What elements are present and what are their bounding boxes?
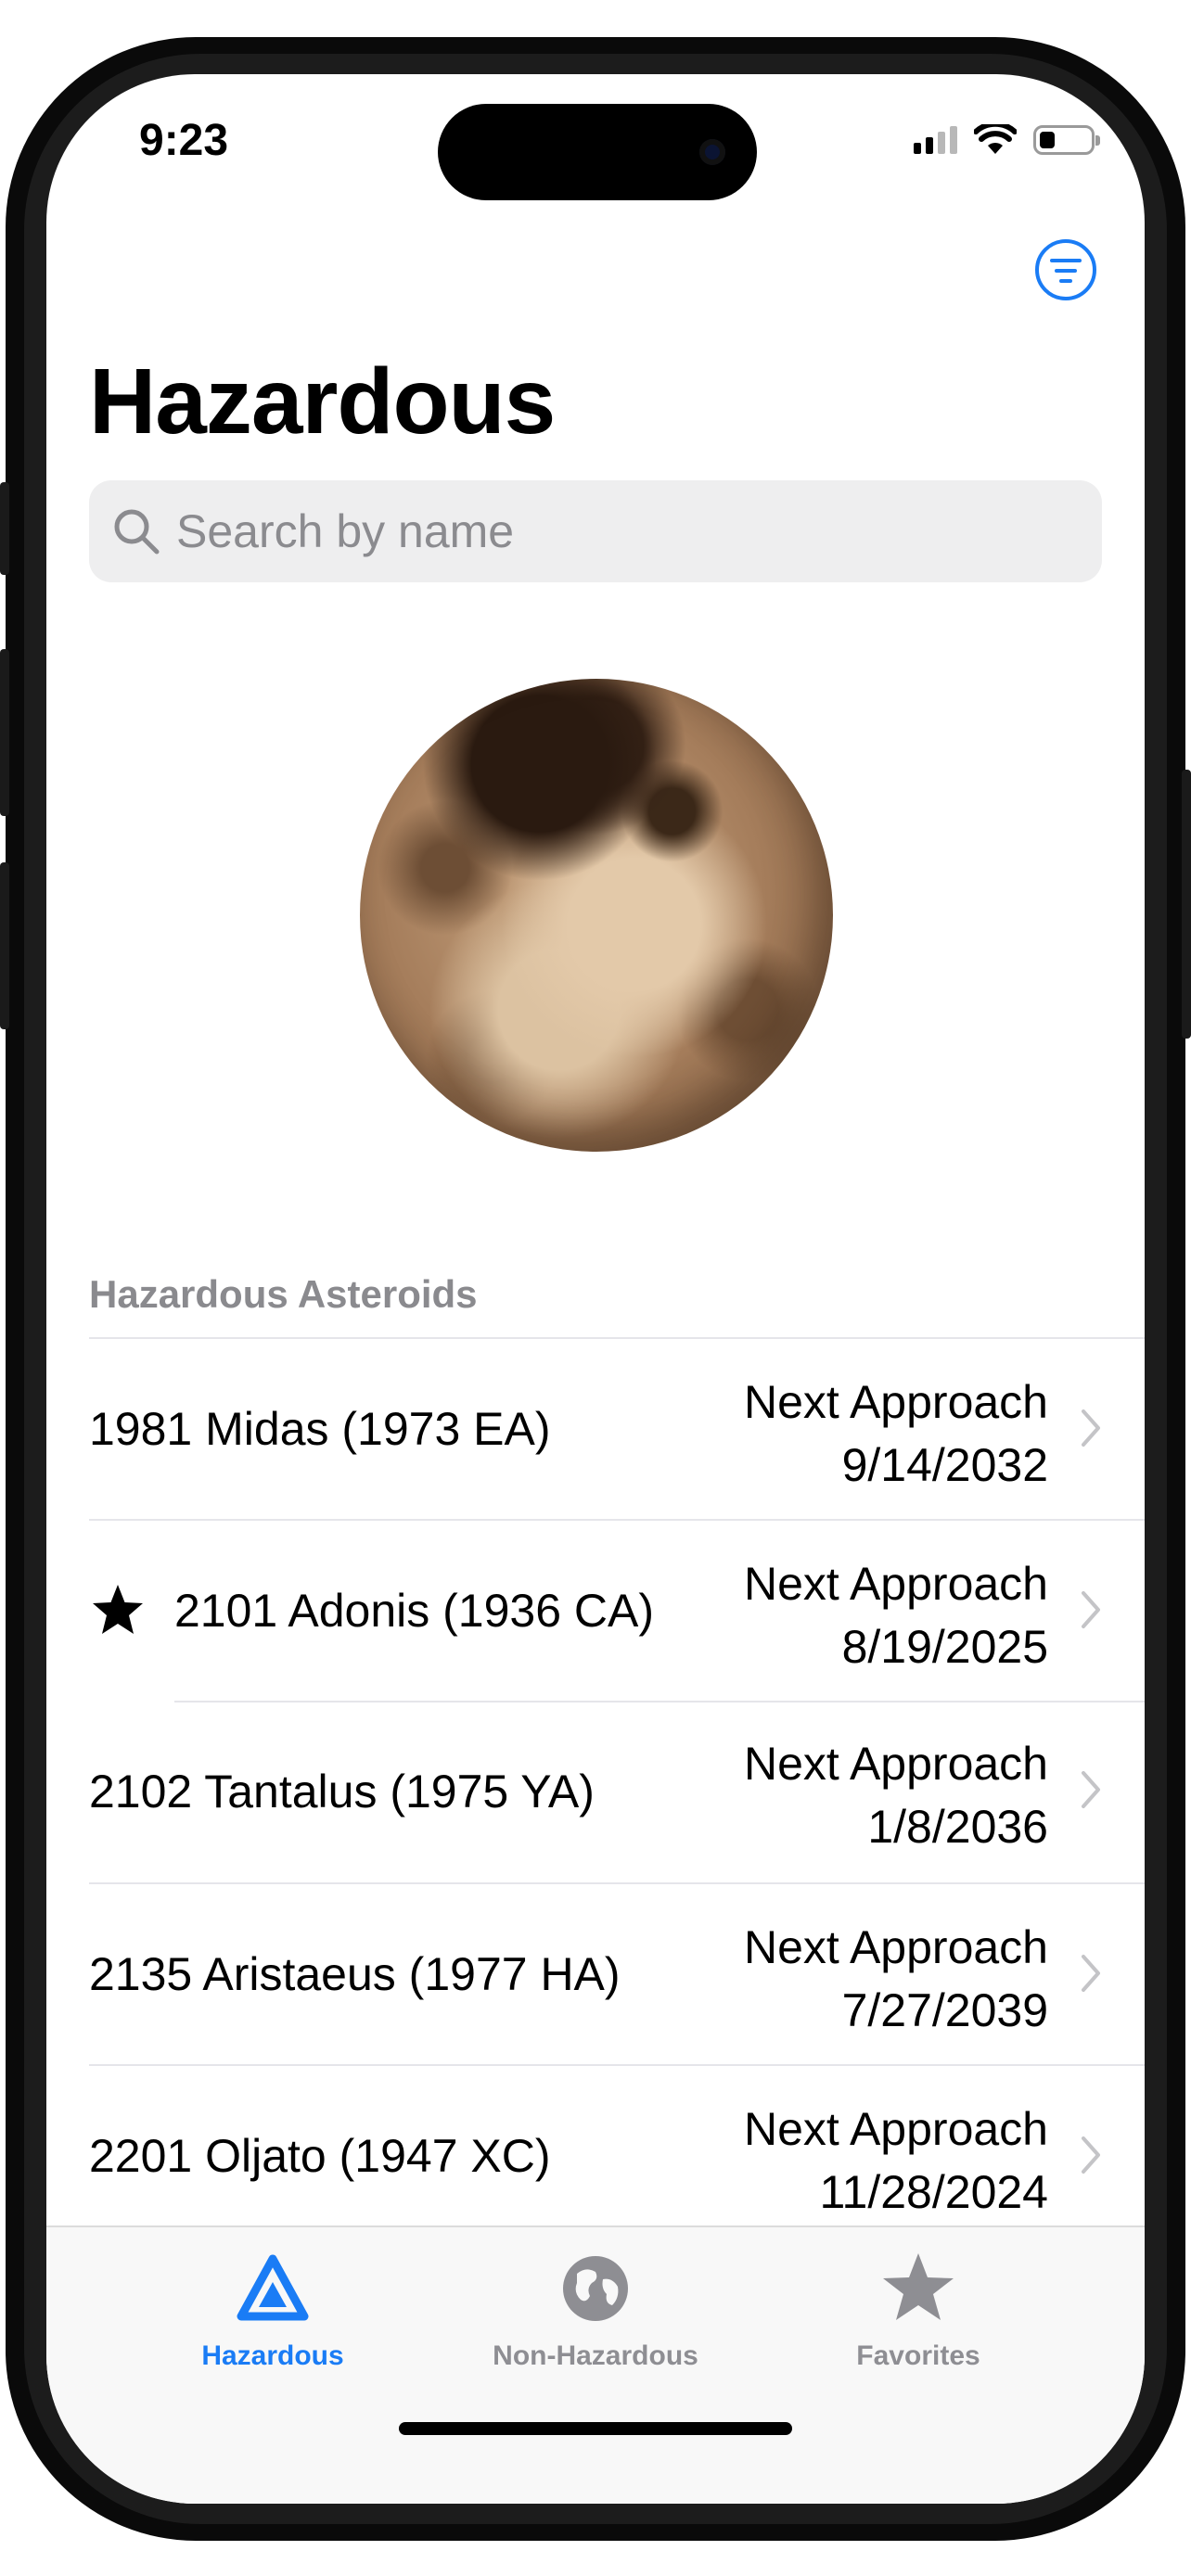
approach-label: Next Approach bbox=[744, 1376, 1048, 1428]
screen: 9:23 Hazardous Hazardous Asteroids bbox=[46, 74, 1145, 2504]
approach-label: Next Approach bbox=[744, 1921, 1048, 1973]
approach-label: Next Approach bbox=[744, 1738, 1048, 1790]
tab-non-hazardous[interactable]: Non-Hazardous bbox=[456, 2227, 735, 2404]
volume-down-button bbox=[0, 862, 9, 1029]
asteroid-row[interactable]: 2201 Oljato (1947 XC) Next Approach 11/2… bbox=[89, 2064, 1145, 2246]
chevron-right-icon bbox=[1082, 1409, 1100, 1447]
approach-date: 11/28/2024 bbox=[819, 2166, 1048, 2218]
favorite-star-icon bbox=[93, 1585, 143, 1634]
next-approach: Next Approach 9/14/2032 bbox=[744, 1371, 1048, 1497]
star-icon bbox=[883, 2253, 954, 2320]
action-button bbox=[0, 482, 9, 575]
asteroid-name: 2201 Oljato (1947 XC) bbox=[89, 2130, 551, 2182]
asteroid-name: 2102 Tantalus (1975 YA) bbox=[89, 1766, 595, 1817]
asteroid-name: 1981 Midas (1973 EA) bbox=[89, 1403, 551, 1455]
tab-label: Favorites bbox=[856, 2340, 980, 2371]
section-header: Hazardous Asteroids bbox=[89, 1272, 478, 1316]
asteroid-image bbox=[360, 679, 833, 1152]
tab-favorites[interactable]: Favorites bbox=[779, 2227, 1057, 2404]
tab-bar: Hazardous Non-Hazardous Favorites bbox=[46, 2225, 1145, 2504]
tab-label: Non-Hazardous bbox=[493, 2340, 698, 2371]
approach-date: 7/27/2039 bbox=[841, 1984, 1048, 2036]
status-time: 9:23 bbox=[139, 116, 229, 165]
page-title: Hazardous bbox=[89, 350, 556, 453]
chevron-right-icon bbox=[1082, 1771, 1100, 1808]
next-approach: Next Approach 7/27/2039 bbox=[744, 1916, 1048, 2042]
globe-icon bbox=[563, 2256, 628, 2321]
cellular-signal-icon bbox=[914, 126, 957, 154]
wifi-icon bbox=[974, 124, 1017, 154]
asteroid-name: 2101 Adonis (1936 CA) bbox=[174, 1585, 655, 1637]
status-icons bbox=[914, 124, 1100, 156]
asteroid-list: 1981 Midas (1973 EA) Next Approach 9/14/… bbox=[89, 1337, 1145, 2246]
chevron-right-icon bbox=[1082, 2136, 1100, 2174]
next-approach: Next Approach 11/28/2024 bbox=[744, 2098, 1048, 2224]
home-indicator bbox=[399, 2422, 792, 2435]
asteroid-name: 2135 Aristaeus (1977 HA) bbox=[89, 1948, 621, 2000]
tab-label: Hazardous bbox=[201, 2340, 344, 2371]
volume-up-button bbox=[0, 649, 9, 816]
next-approach: Next Approach 8/19/2025 bbox=[744, 1552, 1048, 1678]
asteroid-row[interactable]: 2101 Adonis (1936 CA) Next Approach 8/19… bbox=[89, 1519, 1145, 1701]
approach-date: 8/19/2025 bbox=[841, 1621, 1048, 1673]
power-button bbox=[1182, 770, 1191, 1039]
approach-date: 9/14/2032 bbox=[841, 1439, 1048, 1491]
warning-triangle-icon bbox=[237, 2254, 309, 2321]
chevron-right-icon bbox=[1082, 1591, 1100, 1628]
battery-icon bbox=[1033, 125, 1100, 155]
tab-hazardous[interactable]: Hazardous bbox=[134, 2227, 412, 2404]
filter-button[interactable] bbox=[1035, 239, 1096, 300]
search-icon bbox=[114, 509, 160, 555]
dynamic-island bbox=[438, 104, 757, 200]
asteroid-row[interactable]: 2102 Tantalus (1975 YA) Next Approach 1/… bbox=[89, 1701, 1145, 1882]
search-bar[interactable] bbox=[89, 480, 1102, 582]
approach-date: 1/8/2036 bbox=[867, 1801, 1048, 1853]
approach-label: Next Approach bbox=[744, 2103, 1048, 2155]
asteroid-row[interactable]: 1981 Midas (1973 EA) Next Approach 9/14/… bbox=[89, 1337, 1145, 1519]
chevron-right-icon bbox=[1082, 1955, 1100, 1992]
asteroid-row[interactable]: 2135 Aristaeus (1977 HA) Next Approach 7… bbox=[89, 1882, 1145, 2064]
approach-label: Next Approach bbox=[744, 1558, 1048, 1610]
search-input[interactable] bbox=[176, 480, 1067, 582]
camera-icon bbox=[699, 139, 725, 165]
next-approach: Next Approach 1/8/2036 bbox=[744, 1732, 1048, 1858]
